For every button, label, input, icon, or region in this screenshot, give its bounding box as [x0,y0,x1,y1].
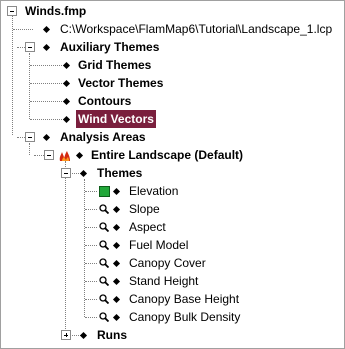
landscape-file-node[interactable]: C:\Workspace\FlamMap6\Tutorial\Landscape… [60,20,332,38]
theme-canopy-cover[interactable]: Canopy Cover [129,254,206,272]
diamond-icon [75,151,84,160]
magnifier-icon [99,294,109,304]
tree-line [30,65,66,66]
tree-line [85,245,97,246]
diamond-icon [42,133,51,142]
diamond-icon [112,295,121,304]
diamond-icon [42,25,51,34]
entire-landscape-node[interactable]: Entire Landscape (Default) [91,146,243,164]
collapse-area-toggle[interactable] [44,150,54,160]
tree-line [30,119,66,120]
wind-vectors-node[interactable]: Wind Vectors [76,110,156,128]
magnifier-icon [99,240,109,250]
tree-line [34,155,44,156]
tree-line [29,53,30,119]
theme-canopy-bulk-density[interactable]: Canopy Bulk Density [129,308,240,326]
collapse-root-toggle[interactable] [7,6,17,16]
diamond-icon [112,241,121,250]
fire-icon [59,151,70,161]
diamond-icon [112,313,121,322]
theme-fuel-model[interactable]: Fuel Model [129,236,188,254]
tree-line [85,191,97,192]
tree-line [29,143,30,155]
root-node[interactable]: Winds.fmp [25,2,86,20]
tree-line [84,179,85,317]
tree-line [85,299,97,300]
auxiliary-themes-node[interactable]: Auxiliary Themes [60,38,159,56]
theme-slope[interactable]: Slope [129,200,160,218]
tree-line [30,83,66,84]
analysis-areas-node[interactable]: Analysis Areas [60,128,146,146]
diamond-icon [62,79,71,88]
themes-node[interactable]: Themes [97,164,142,182]
diamond-icon [62,97,71,106]
tree-line [12,15,13,135]
magnifier-icon [99,222,109,232]
tree-line [85,281,97,282]
diamond-icon [112,187,121,196]
diamond-icon [112,277,121,286]
expand-runs-toggle[interactable] [61,330,71,340]
tree-line [85,227,97,228]
theme-stand-height[interactable]: Stand Height [129,272,198,290]
magnifier-icon [99,276,109,286]
diamond-icon [79,169,88,178]
runs-node[interactable]: Runs [97,326,127,344]
theme-elevation[interactable]: Elevation [129,182,178,200]
magnifier-icon [99,312,109,322]
contours-node[interactable]: Contours [78,92,131,110]
diamond-icon [62,61,71,70]
magnifier-icon [99,204,109,214]
tree-line [13,29,33,30]
tree-line [85,317,97,318]
tree-line [30,101,66,102]
vector-themes-node[interactable]: Vector Themes [78,74,163,92]
diamond-icon [112,223,121,232]
grid-themes-node[interactable]: Grid Themes [78,56,151,74]
diamond-icon [79,331,88,340]
green-square-icon [99,186,110,197]
tree-view: Winds.fmp C:\Workspace\FlamMap6\Tutorial… [0,0,345,349]
diamond-icon [62,115,71,124]
diamond-icon [42,43,51,52]
diamond-icon [112,259,121,268]
theme-aspect[interactable]: Aspect [129,218,166,236]
magnifier-icon [99,258,109,268]
diamond-icon [112,205,121,214]
tree-line [85,209,97,210]
collapse-analysis-toggle[interactable] [25,132,35,142]
theme-canopy-base-height[interactable]: Canopy Base Height [129,290,239,308]
tree-line [85,263,97,264]
collapse-auxiliary-toggle[interactable] [25,42,35,52]
collapse-themes-toggle[interactable] [61,168,71,178]
tree-line [65,161,66,335]
